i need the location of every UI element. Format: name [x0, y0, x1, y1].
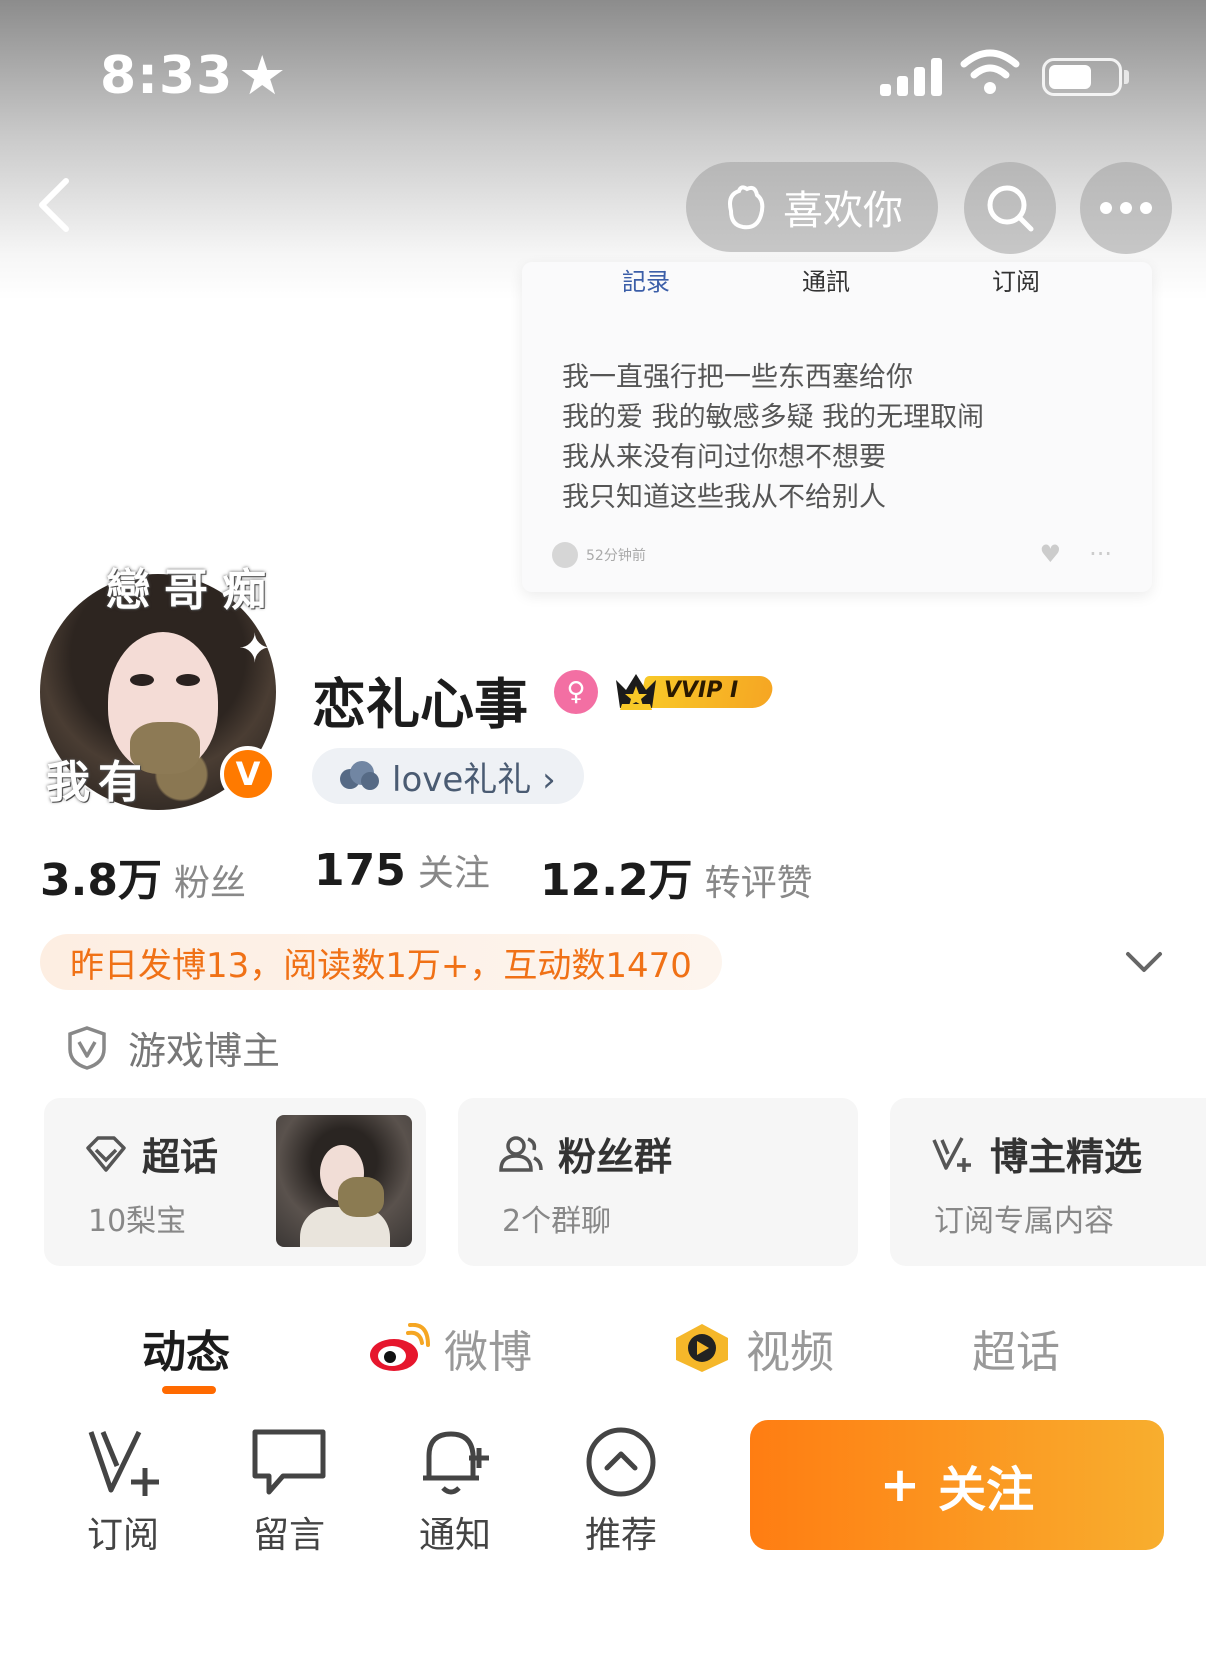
activity-highlight[interactable]: 昨日发博13，阅读数1万+，互动数1470	[40, 934, 722, 990]
bell-plus-icon	[423, 1431, 489, 1495]
action-label: 推荐	[584, 1515, 657, 1556]
shield-icon	[68, 1025, 106, 1070]
notify-action[interactable]: 通知	[400, 1424, 510, 1558]
chevron-down-icon[interactable]	[1124, 946, 1164, 976]
avatar-overlay-top: 戀哥痴	[106, 565, 280, 616]
card-subtitle: 2个群聊	[502, 1204, 612, 1239]
stat-label: 转评赞	[704, 863, 813, 904]
v-plus-icon	[88, 1430, 159, 1496]
stat-label: 粉丝	[173, 863, 246, 904]
note-avatar-icon	[552, 542, 578, 568]
more-button[interactable]	[1080, 162, 1172, 254]
fan-group-tag[interactable]: love礼礼 ›	[312, 748, 584, 804]
stat-number: 12.2万	[540, 855, 693, 906]
tab-super-topic[interactable]: 超话	[972, 1316, 1060, 1380]
vvip-badge[interactable]: VVIP I	[612, 668, 778, 714]
tab-video[interactable]: 视频	[672, 1316, 834, 1380]
stat-following[interactable]: 175 关注	[314, 844, 490, 896]
note-time: 52分钟前	[586, 548, 646, 564]
status-bar: 8:33 ★	[0, 0, 1206, 150]
stat-label: 关注	[417, 853, 490, 894]
like-you-button[interactable]: 喜欢你	[686, 162, 938, 252]
note-tab-message[interactable]: 通訊	[802, 262, 850, 297]
weibo-logo-icon	[370, 1323, 430, 1371]
card-subtitle: 10梨宝	[88, 1204, 187, 1239]
follow-button[interactable]: + 关注	[750, 1420, 1164, 1550]
search-button[interactable]	[964, 162, 1056, 254]
subscribe-action[interactable]: 订阅	[68, 1424, 178, 1558]
stat-followers[interactable]: 3.8万 粉丝	[40, 844, 246, 908]
super-topic-thumbnail	[276, 1115, 412, 1247]
crown-icon	[616, 674, 656, 710]
tab-label: 微博	[444, 1327, 532, 1378]
chat-bubble-icon	[252, 1429, 326, 1495]
hand-wave-icon	[728, 185, 765, 230]
battery-tip	[1124, 70, 1129, 84]
group-icon	[499, 1135, 543, 1172]
diamond-icon	[86, 1135, 126, 1172]
chevron-up-circle-icon	[586, 1427, 656, 1497]
note-meta: 52分钟前	[552, 542, 646, 568]
note-line: 我一直强行把一些东西塞给你	[562, 362, 913, 393]
cellular-signal-icon	[880, 56, 944, 96]
note-line: 我只知道这些我从不给别人	[562, 482, 886, 513]
verified-badge-icon: V	[220, 746, 276, 802]
v-plus-icon	[932, 1136, 971, 1172]
tab-activity[interactable]: 动态	[142, 1316, 230, 1380]
back-arrow-icon[interactable]	[30, 175, 80, 235]
card-title: 超话	[142, 1135, 219, 1179]
note-actions: ♥ ···	[1040, 540, 1112, 568]
pinned-note-card[interactable]: 記录 通訊 订阅 我一直强行把一些东西塞给你 我的爱 我的敏感多疑 我的无理取闹…	[522, 262, 1152, 592]
stat-interactions[interactable]: 12.2万 转评赞	[540, 844, 813, 908]
star-icon: ★	[238, 44, 287, 107]
stat-number: 3.8万	[40, 855, 162, 906]
category-label: 游戏博主	[128, 1029, 281, 1073]
note-text: 我一直强行把一些东西塞给你 我的爱 我的敏感多疑 我的无理取闹 我从来没有问过你…	[562, 358, 984, 518]
like-you-label: 喜欢你	[783, 188, 903, 234]
note-tab-record[interactable]: 記录	[622, 262, 670, 297]
tab-weibo[interactable]: 微博	[368, 1316, 532, 1380]
featured-content-card[interactable]: 博主精选 订阅专属内容	[890, 1098, 1206, 1266]
note-line: 我的爱 我的敏感多疑 我的无理取闹	[562, 402, 985, 433]
profile-name: 恋礼心事	[312, 673, 528, 736]
video-logo-icon	[676, 1324, 728, 1372]
tab-label: 视频	[746, 1327, 834, 1378]
card-title: 粉丝群	[558, 1135, 673, 1179]
card-title: 博主精选	[990, 1135, 1143, 1179]
action-label: 通知	[418, 1515, 491, 1556]
sparkle-icon: ✦	[62, 570, 81, 595]
action-label: 留言	[252, 1515, 325, 1556]
super-topic-card[interactable]: 超话 10梨宝	[44, 1098, 426, 1266]
action-label: 订阅	[86, 1515, 159, 1556]
card-subtitle: 订阅专属内容	[934, 1204, 1114, 1239]
vvip-label: VVIP I	[664, 678, 739, 703]
fan-group-card[interactable]: 粉丝群 2个群聊	[458, 1098, 858, 1266]
female-icon: ♀	[554, 670, 598, 714]
note-tab-subscribe[interactable]: 订阅	[992, 262, 1040, 297]
active-tab-indicator	[162, 1386, 216, 1394]
note-line: 我从来没有问过你想不想要	[562, 442, 886, 473]
status-time: 8:33	[100, 46, 234, 106]
tab-label: 超话	[972, 1327, 1060, 1378]
tab-label: 动态	[142, 1327, 230, 1378]
battery-icon	[1042, 58, 1122, 96]
more-dots-icon[interactable]: ···	[1089, 540, 1112, 568]
fan-group-label: love礼礼 ›	[392, 759, 556, 800]
plus-icon: +	[879, 1457, 921, 1513]
recommend-action[interactable]: 推荐	[566, 1424, 676, 1558]
message-action[interactable]: 留言	[234, 1424, 344, 1558]
cloud-icon	[340, 761, 379, 790]
stat-number: 175	[314, 845, 406, 896]
follow-label: 关注	[938, 1462, 1035, 1518]
more-dots-icon	[1100, 202, 1152, 214]
category-tag: 游戏博主	[66, 1020, 280, 1075]
wifi-icon	[960, 49, 1020, 94]
heart-icon[interactable]: ♥	[1040, 540, 1062, 568]
avatar-overlay-bottom: 我有	[46, 757, 150, 808]
search-icon	[987, 185, 1034, 232]
sparkle-icon: ✦	[238, 626, 272, 672]
